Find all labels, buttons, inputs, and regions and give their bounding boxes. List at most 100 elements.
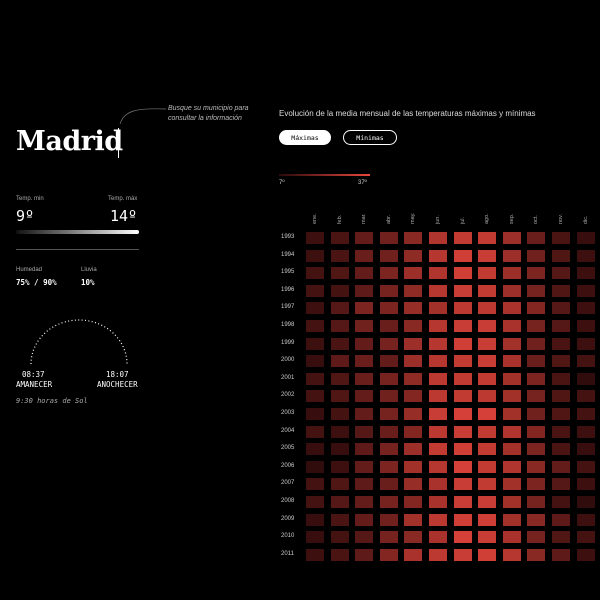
heatmap-cell[interactable] bbox=[404, 548, 423, 561]
heatmap-cell[interactable] bbox=[379, 284, 398, 297]
heatmap-cell[interactable] bbox=[527, 355, 546, 368]
heatmap-cell[interactable] bbox=[478, 232, 497, 244]
heatmap-cell[interactable] bbox=[355, 372, 374, 385]
heatmap-cell[interactable] bbox=[379, 531, 398, 544]
heatmap-cell[interactable] bbox=[502, 267, 521, 280]
heatmap-cell[interactable] bbox=[429, 337, 447, 350]
heatmap-cell[interactable] bbox=[306, 355, 324, 368]
heatmap-cell[interactable] bbox=[404, 284, 423, 297]
heatmap-cell[interactable] bbox=[355, 460, 374, 473]
heatmap-cell[interactable] bbox=[429, 320, 447, 332]
heatmap-cell[interactable] bbox=[552, 337, 570, 350]
heatmap-cell[interactable] bbox=[576, 337, 595, 350]
heatmap-cell[interactable] bbox=[478, 460, 497, 473]
heatmap-cell[interactable] bbox=[306, 531, 324, 544]
heatmap-cell[interactable] bbox=[453, 478, 472, 491]
heatmap-cell[interactable] bbox=[355, 443, 374, 456]
heatmap-cell[interactable] bbox=[330, 513, 349, 526]
heatmap-cell[interactable] bbox=[453, 460, 472, 473]
heatmap-cell[interactable] bbox=[306, 425, 324, 438]
heatmap-cell[interactable] bbox=[429, 284, 447, 297]
heatmap-cell[interactable] bbox=[379, 460, 398, 473]
heatmap-cell[interactable] bbox=[379, 548, 398, 561]
heatmap-cell[interactable] bbox=[478, 425, 497, 438]
heatmap-cell[interactable] bbox=[552, 232, 570, 244]
heatmap-cell[interactable] bbox=[429, 249, 447, 262]
heatmap-cell[interactable] bbox=[379, 390, 398, 403]
city-search-input[interactable]: Madrid bbox=[16, 126, 123, 157]
heatmap-cell[interactable] bbox=[330, 390, 349, 403]
heatmap-cell[interactable] bbox=[576, 267, 595, 280]
heatmap-cell[interactable] bbox=[552, 478, 570, 491]
heatmap-cell[interactable] bbox=[330, 443, 349, 456]
heatmap-cell[interactable] bbox=[429, 496, 447, 508]
heatmap-cell[interactable] bbox=[527, 284, 546, 297]
heatmap-cell[interactable] bbox=[306, 478, 324, 491]
heatmap-cell[interactable] bbox=[552, 320, 570, 332]
heatmap-cell[interactable] bbox=[576, 232, 595, 244]
heatmap-cell[interactable] bbox=[429, 425, 447, 438]
heatmap-cell[interactable] bbox=[330, 425, 349, 438]
heatmap-cell[interactable] bbox=[404, 267, 423, 280]
heatmap-cell[interactable] bbox=[527, 232, 546, 244]
heatmap-cell[interactable] bbox=[527, 337, 546, 350]
heatmap-cell[interactable] bbox=[404, 425, 423, 438]
heatmap-cell[interactable] bbox=[527, 496, 546, 508]
heatmap-cell[interactable] bbox=[502, 496, 521, 508]
heatmap-cell[interactable] bbox=[453, 320, 472, 332]
heatmap-cell[interactable] bbox=[478, 548, 497, 561]
heatmap-cell[interactable] bbox=[404, 372, 423, 385]
heatmap-cell[interactable] bbox=[576, 425, 595, 438]
heatmap-cell[interactable] bbox=[527, 249, 546, 262]
heatmap-cell[interactable] bbox=[502, 232, 521, 244]
heatmap-cell[interactable] bbox=[429, 232, 447, 244]
heatmap-cell[interactable] bbox=[552, 249, 570, 262]
heatmap-cell[interactable] bbox=[502, 284, 521, 297]
heatmap-cell[interactable] bbox=[576, 302, 595, 315]
heatmap-cell[interactable] bbox=[552, 443, 570, 456]
heatmap-cell[interactable] bbox=[330, 284, 349, 297]
heatmap-cell[interactable] bbox=[379, 408, 398, 420]
heatmap-cell[interactable] bbox=[306, 408, 324, 420]
heatmap-cell[interactable] bbox=[306, 320, 324, 332]
heatmap-cell[interactable] bbox=[453, 337, 472, 350]
heatmap-cell[interactable] bbox=[552, 372, 570, 385]
heatmap-cell[interactable] bbox=[502, 478, 521, 491]
heatmap-cell[interactable] bbox=[576, 390, 595, 403]
heatmap-cell[interactable] bbox=[330, 478, 349, 491]
heatmap-cell[interactable] bbox=[379, 337, 398, 350]
heatmap-cell[interactable] bbox=[453, 548, 472, 561]
heatmap-cell[interactable] bbox=[552, 531, 570, 544]
heatmap-cell[interactable] bbox=[576, 460, 595, 473]
heatmap-cell[interactable] bbox=[355, 320, 374, 332]
heatmap-cell[interactable] bbox=[478, 355, 497, 368]
heatmap-cell[interactable] bbox=[453, 232, 472, 244]
heatmap-cell[interactable] bbox=[478, 267, 497, 280]
heatmap-cell[interactable] bbox=[429, 408, 447, 420]
heatmap-cell[interactable] bbox=[429, 478, 447, 491]
heatmap-cell[interactable] bbox=[527, 548, 546, 561]
heatmap-cell[interactable] bbox=[404, 320, 423, 332]
heatmap-cell[interactable] bbox=[576, 478, 595, 491]
heatmap-cell[interactable] bbox=[502, 443, 521, 456]
heatmap-cell[interactable] bbox=[379, 425, 398, 438]
heatmap-cell[interactable] bbox=[306, 232, 324, 244]
heatmap-cell[interactable] bbox=[552, 284, 570, 297]
heatmap-cell[interactable] bbox=[306, 302, 324, 315]
heatmap-cell[interactable] bbox=[379, 232, 398, 244]
heatmap-cell[interactable] bbox=[355, 548, 374, 561]
tab-maximas-button[interactable]: Máximas bbox=[279, 130, 331, 145]
heatmap-cell[interactable] bbox=[404, 460, 423, 473]
heatmap-cell[interactable] bbox=[429, 513, 447, 526]
heatmap-cell[interactable] bbox=[306, 460, 324, 473]
heatmap-cell[interactable] bbox=[379, 443, 398, 456]
heatmap-cell[interactable] bbox=[478, 390, 497, 403]
heatmap-cell[interactable] bbox=[576, 513, 595, 526]
heatmap-cell[interactable] bbox=[502, 390, 521, 403]
heatmap-cell[interactable] bbox=[576, 320, 595, 332]
heatmap-cell[interactable] bbox=[453, 425, 472, 438]
heatmap-cell[interactable] bbox=[576, 548, 595, 561]
heatmap-cell[interactable] bbox=[330, 408, 349, 420]
heatmap-cell[interactable] bbox=[478, 478, 497, 491]
heatmap-cell[interactable] bbox=[379, 302, 398, 315]
